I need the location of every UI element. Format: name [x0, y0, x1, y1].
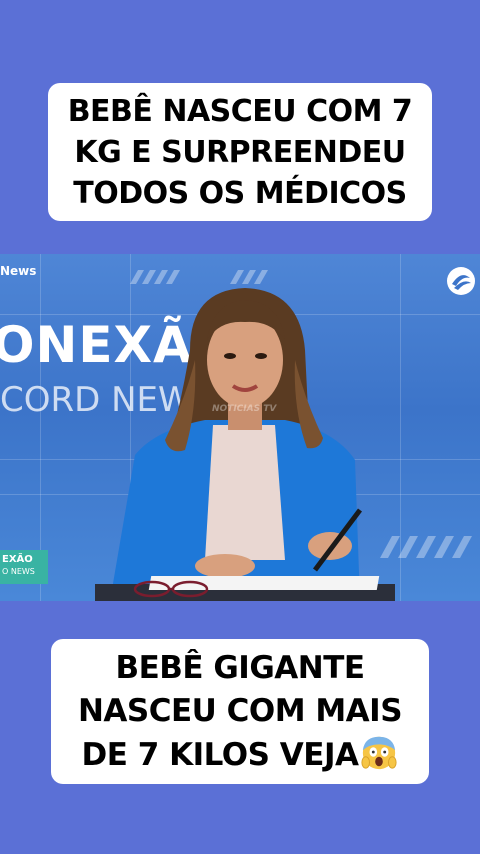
grid-line: [40, 254, 41, 601]
video-frame[interactable]: News ONEXÃ CORD NEW NOTICIAS TV EXÃO O N…: [0, 254, 480, 601]
channel-logo-icon: [447, 267, 475, 295]
lower-badge-line2: O NEWS: [2, 567, 35, 576]
top-caption-text: BEBÊ NASCEU COM 7 KG E SURPREENDEU TODOS…: [67, 93, 413, 211]
channel-brand-text: News: [0, 264, 37, 278]
bottom-caption: BEBÊ GIGANTE NASCEU COM MAIS DE 7 KILOS …: [51, 639, 429, 784]
watermark-text: NOTICIAS TV: [212, 404, 277, 414]
news-anchor-figure: [110, 288, 362, 601]
stripes-decoration: [380, 536, 472, 558]
bottom-caption-text: BEBÊ GIGANTE NASCEU COM MAIS DE 7 KILOS …: [77, 649, 403, 773]
bottom-caption-wrapper: BEBÊ GIGANTE NASCEU COM MAIS DE 7 KILOS …: [51, 647, 429, 777]
top-caption: BEBÊ NASCEU COM 7 KG E SURPREENDEU TODOS…: [48, 83, 432, 221]
glasses-icon: [133, 580, 209, 598]
screaming-face-emoji-icon: [361, 736, 398, 769]
lower-badge-line1: EXÃO: [2, 554, 33, 565]
lower-third-badge: EXÃO O NEWS: [0, 550, 48, 584]
